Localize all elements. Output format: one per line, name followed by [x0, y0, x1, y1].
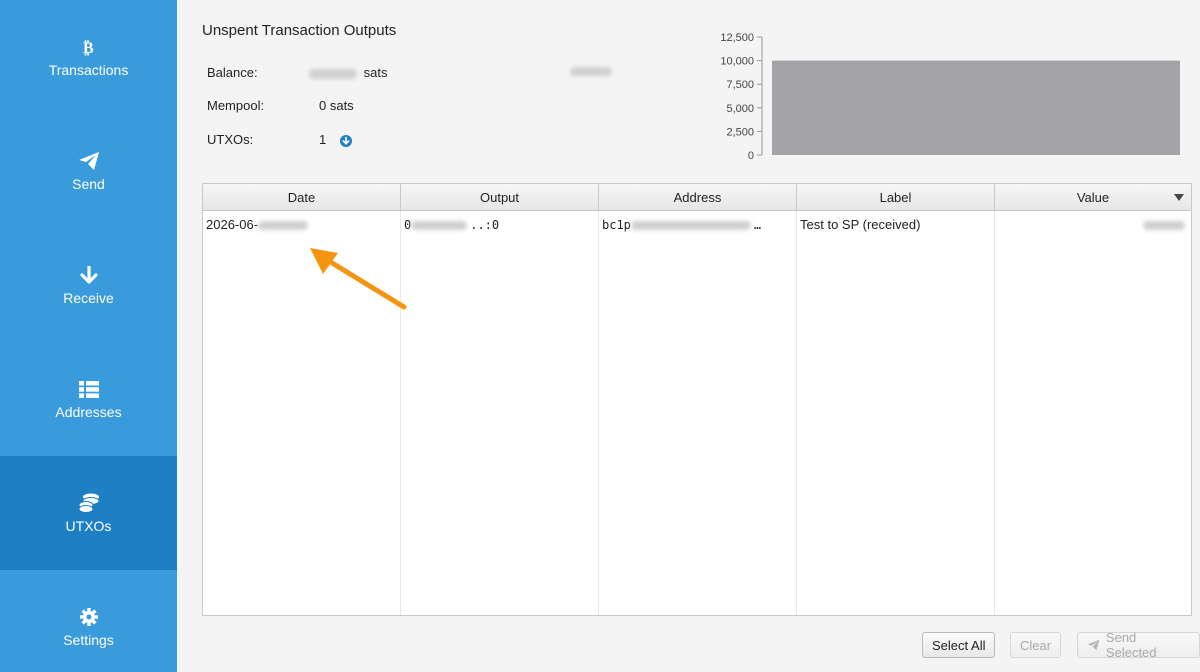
- column-divider: [598, 211, 599, 615]
- send-selected-label: Send Selected: [1105, 630, 1157, 660]
- redacted-output: [411, 221, 468, 230]
- page-title: Unspent Transaction Outputs: [202, 22, 397, 39]
- utxos-label: UTXOs:: [207, 132, 254, 147]
- balance-unit: sats: [363, 65, 388, 80]
- nav-item-settings[interactable]: Settings: [0, 570, 177, 672]
- utxos-value-wrap: 1: [319, 132, 352, 147]
- nav-label: Send: [72, 176, 105, 192]
- utxos-value: 1: [319, 132, 327, 147]
- sidebar: ₿ Transactions Send Receive Addresses UT…: [0, 0, 177, 672]
- nav-label: Settings: [63, 632, 114, 648]
- y-tick-label: 2,500: [726, 126, 754, 138]
- svg-text:₿: ₿: [83, 38, 94, 56]
- download-info-icon[interactable]: [339, 134, 352, 147]
- column-divider: [994, 211, 995, 615]
- coins-icon: [78, 492, 100, 514]
- paper-plane-icon: [78, 150, 100, 172]
- table-header: Date Output Address Label Value: [203, 184, 1191, 211]
- column-header-output[interactable]: Output: [401, 184, 599, 211]
- y-tick-label: 10,000: [720, 56, 754, 68]
- mempool-value: 0 sats: [319, 98, 354, 113]
- nav-item-send[interactable]: Send: [0, 114, 177, 228]
- redacted-value: [1143, 221, 1185, 231]
- utxo-value-chart: 12,500 10,000 7,500 5,000 2,500 0: [720, 32, 1180, 162]
- address-prefix: bc1p: [602, 218, 631, 232]
- column-header-value-label: Value: [1076, 190, 1110, 205]
- column-divider: [796, 211, 797, 615]
- nav-item-transactions[interactable]: ₿ Transactions: [0, 0, 177, 114]
- paper-plane-icon: [1087, 639, 1100, 651]
- redacted-balance: [309, 68, 357, 79]
- y-tick-label: 12,500: [720, 32, 754, 44]
- redacted-date: [258, 221, 309, 231]
- date-text: 2026-06-: [206, 217, 259, 232]
- nav-label: Receive: [63, 290, 114, 306]
- y-tick-label: 0: [748, 150, 754, 162]
- nav-item-utxos[interactable]: UTXOs: [0, 456, 177, 570]
- gear-icon: [79, 606, 98, 628]
- cell-label: Test to SP (received): [800, 217, 921, 232]
- annotation-arrow-icon: [310, 248, 407, 310]
- arrow-down-icon: [79, 264, 98, 286]
- chart-bar: [772, 60, 1180, 155]
- clear-button[interactable]: Clear: [1010, 632, 1062, 658]
- send-selected-button[interactable]: Send Selected: [1077, 630, 1200, 660]
- balance-label: Balance:: [207, 65, 258, 80]
- cell-value: [1143, 217, 1185, 232]
- redacted-fiat-value: [570, 67, 612, 76]
- list-icon: [78, 378, 99, 400]
- nav-item-receive[interactable]: Receive: [0, 228, 177, 342]
- nav-item-addresses[interactable]: Addresses: [0, 342, 177, 456]
- column-header-address[interactable]: Address: [599, 184, 797, 211]
- y-tick-label: 7,500: [726, 79, 754, 91]
- bitcoin-icon: ₿: [82, 36, 96, 58]
- cell-output: 0 ..:0: [404, 218, 499, 232]
- output-suffix: ..:0: [470, 218, 500, 232]
- column-header-date[interactable]: Date: [203, 184, 401, 211]
- cell-date: 2026-06-: [206, 217, 309, 232]
- y-tick-label: 5,000: [726, 103, 754, 115]
- output-prefix: 0: [404, 218, 412, 232]
- address-suffix: …: [753, 218, 762, 232]
- select-all-button[interactable]: Select All: [922, 632, 996, 658]
- nav-label: Addresses: [55, 404, 122, 420]
- cell-address: bc1p …: [602, 218, 761, 232]
- nav-label: Transactions: [48, 62, 129, 78]
- column-header-value[interactable]: Value: [995, 184, 1191, 211]
- redacted-address: [630, 221, 751, 230]
- mempool-label: Mempool:: [207, 98, 265, 113]
- nav-label: UTXOs: [65, 518, 112, 534]
- column-header-label[interactable]: Label: [797, 184, 995, 211]
- sort-descending-icon: [1174, 194, 1184, 201]
- balance-value: sats: [309, 65, 387, 80]
